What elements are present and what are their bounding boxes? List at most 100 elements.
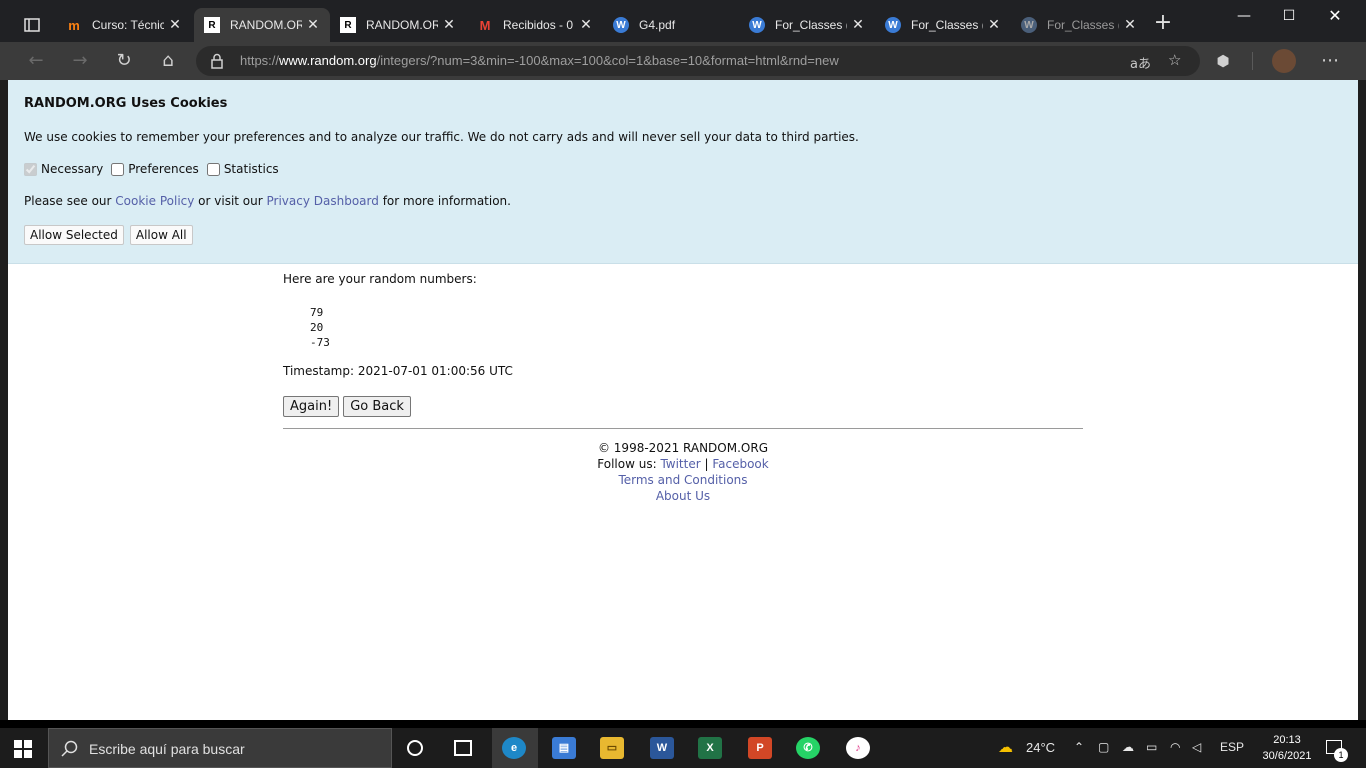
close-icon[interactable]: ✕ [851,17,865,31]
tab-title: Curso: Técnic [92,18,164,32]
windows-start-icon[interactable] [14,740,32,758]
tab-title: For_Classes ( [1047,18,1119,32]
close-icon[interactable]: ✕ [168,17,182,31]
clock-date: 30/6/2021 [1262,750,1312,762]
whatsapp-taskbar-icon[interactable]: ✆ [796,737,820,759]
refresh-button[interactable]: ↻ [112,49,136,73]
cortana-icon[interactable] [407,740,423,756]
statistics-label: Statistics [223,162,279,176]
tab-for-classes[interactable]: W For_Classes ( ✕ [875,8,1011,42]
tab-bar: m Curso: Técnic ✕ R RANDOM.OR ✕ R RANDOM… [0,0,1366,42]
preferences-checkbox[interactable] [111,162,125,176]
task-view-icon[interactable] [454,740,472,756]
tab-actions-icon[interactable] [10,10,50,38]
statistics-option[interactable]: Statistics [206,162,279,176]
forward-button[interactable]: → [68,49,92,73]
notification-count-badge: 1 [1334,748,1348,762]
close-icon[interactable]: ✕ [987,17,1001,31]
battery-icon[interactable]: ▭ [1146,740,1157,754]
excel-taskbar-icon[interactable]: X [698,737,722,759]
more-menu-icon[interactable]: ⋯ [1318,49,1342,73]
follow-us: Follow us: Twitter | Facebook [597,457,769,471]
window-edge [0,80,8,720]
url-field[interactable]: https://www.random.org/integers/?num=3&m… [196,46,1200,76]
itunes-taskbar-icon[interactable]: ♪ [846,737,870,759]
twitter-link[interactable]: Twitter [660,457,700,471]
close-icon[interactable]: ✕ [306,17,320,31]
cookie-banner-title: RANDOM.ORG Uses Cookies [24,96,228,111]
necessary-option: Necessary [24,162,103,176]
weather-temperature[interactable]: 24°C [1026,740,1055,755]
close-window-button[interactable]: ✕ [1312,4,1358,28]
file-explorer-taskbar-icon[interactable]: ▭ [600,737,624,759]
gmail-icon: M [479,17,491,33]
result-buttons: Again! Go Back [283,396,415,417]
footer-divider [283,428,1083,429]
taskbar-search-box[interactable]: Escribe aquí para buscar [48,728,392,768]
allow-selected-button[interactable]: Allow Selected [24,225,124,245]
add-favorite-icon[interactable]: ☆ [1168,51,1181,69]
close-icon[interactable]: ✕ [1123,17,1137,31]
maximize-button[interactable]: ☐ [1266,4,1312,28]
word-taskbar-icon[interactable]: W [650,737,674,759]
toolbar-divider [1252,52,1253,70]
allow-all-button[interactable]: Allow All [129,225,193,245]
wordpress-icon: W [613,17,629,33]
random-org-icon: R [340,17,356,33]
clock-time: 20:13 [1273,734,1301,746]
profile-avatar[interactable] [1272,49,1296,73]
new-tab-button[interactable]: + [1152,12,1174,34]
volume-icon[interactable]: ◁ [1192,740,1201,754]
about-us-link[interactable]: About Us [656,489,710,503]
edge-taskbar-icon[interactable]: e [502,737,526,759]
tab-title: For_Classes ( [911,18,983,32]
tab-moodle[interactable]: m Curso: Técnic ✕ [56,8,192,42]
shield-extension-icon[interactable]: ⬢ [1211,49,1235,73]
statistics-checkbox[interactable] [206,162,220,176]
wifi-icon[interactable]: ◠ [1170,740,1180,754]
terms-link[interactable]: Terms and Conditions [618,473,747,487]
onedrive-icon[interactable]: ☁ [1122,740,1134,754]
page-content: RANDOM.ORG Uses Cookies We use cookies t… [8,80,1358,720]
weather-icon[interactable]: ☁ [998,738,1013,756]
random-number: 79 [310,306,324,319]
tab-for-classes[interactable]: W For_Classes ( ✕ [739,8,875,42]
minimize-button[interactable]: — [1221,4,1267,28]
necessary-label: Necessary [41,162,104,176]
go-back-button[interactable]: Go Back [343,396,411,417]
privacy-dashboard-link[interactable]: Privacy Dashboard [267,194,379,208]
powerpoint-taskbar-icon[interactable]: P [748,737,772,759]
preferences-option[interactable]: Preferences [111,162,199,176]
tab-random-org[interactable]: R RANDOM.OR ✕ [330,8,466,42]
language-indicator[interactable]: ESP [1220,740,1244,754]
home-button[interactable]: ⌂ [156,49,180,73]
meet-now-icon[interactable]: ▢ [1098,740,1109,754]
url-text: https://www.random.org/integers/?num=3&m… [240,53,839,68]
again-button[interactable]: Again! [283,396,340,417]
tab-title: RANDOM.OR [366,18,438,32]
close-icon[interactable]: ✕ [442,17,456,31]
tab-random-org-active[interactable]: R RANDOM.OR ✕ [194,8,330,42]
cookie-policy-link[interactable]: Cookie Policy [115,194,194,208]
clock[interactable]: 20:13 30/6/2021 [1256,732,1318,764]
tab-gmail[interactable]: M Recibidos - 0 ✕ [467,8,603,42]
wordpress-icon: W [749,17,765,33]
necessary-checkbox [24,162,37,176]
search-icon [61,740,78,757]
random-numbers-list: 79 20 -73 [310,305,330,350]
store-taskbar-icon[interactable]: ▤ [552,737,576,759]
tab-for-classes[interactable]: W For_Classes ( ✕ [1011,8,1147,42]
cookie-banner-text: We use cookies to remember your preferen… [24,130,859,144]
window-bottom-edge [0,720,1366,728]
tab-title: Recibidos - 0 [503,18,574,32]
facebook-link[interactable]: Facebook [712,457,768,471]
close-icon[interactable]: ✕ [579,17,593,31]
read-aloud-icon[interactable]: aあ [1130,53,1151,72]
tab-title: For_Classes ( [775,18,847,32]
tab-g4-pdf[interactable]: W G4.pdf [603,8,739,42]
chevron-up-icon[interactable]: ⌃ [1074,740,1084,754]
tab-title: RANDOM.OR [230,18,302,32]
back-button[interactable]: ← [24,49,48,73]
copyright: © 1998-2021 RANDOM.ORG [597,441,768,455]
preferences-label: Preferences [128,162,199,176]
